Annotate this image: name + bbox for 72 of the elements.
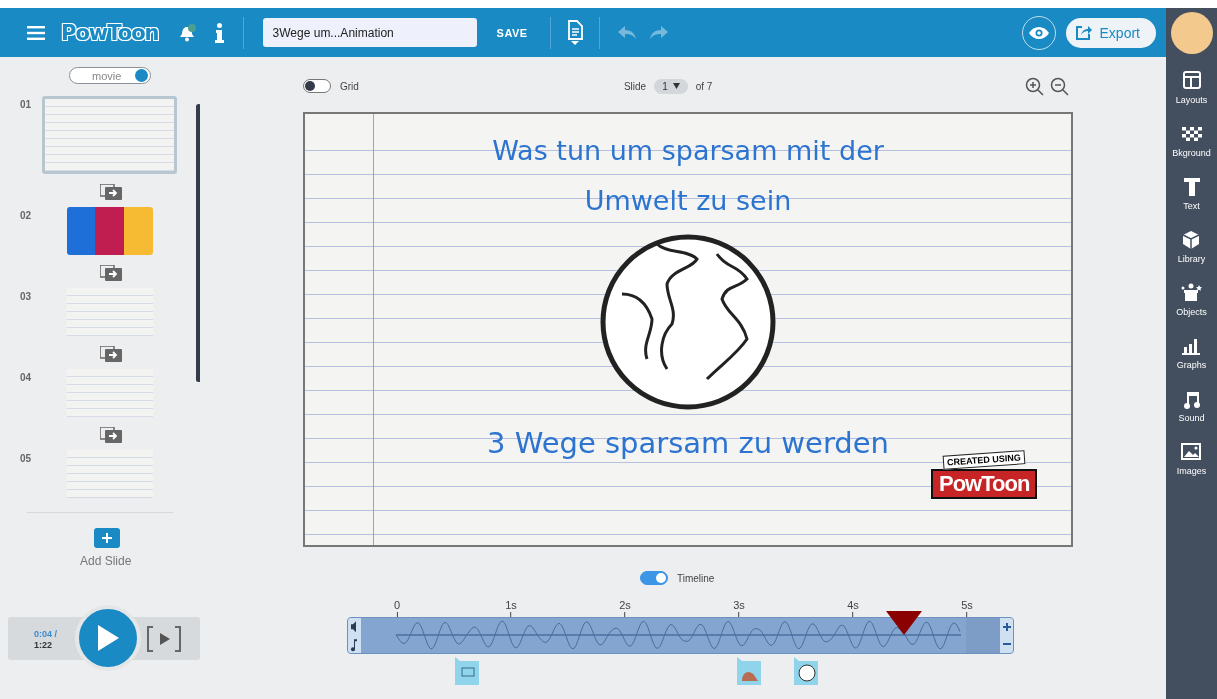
badge-caption: CREATED USING (942, 450, 1026, 470)
tool-button[interactable]: Bkground (1172, 123, 1211, 176)
tool-button[interactable]: Graphs (1176, 335, 1207, 388)
avatar-icon[interactable] (1170, 11, 1213, 54)
document-icon[interactable] (566, 19, 583, 46)
menu-icon[interactable] (27, 25, 45, 40)
slide-subtitle: 3 Wege sparsam zu werden (487, 425, 889, 462)
playhead-marker[interactable] (886, 611, 923, 635)
globe-clip-icon[interactable] (794, 657, 820, 685)
video-clip-icon[interactable] (455, 657, 481, 685)
tool-button[interactable]: Objects (1176, 282, 1207, 335)
gift-box-icon (1180, 282, 1203, 304)
scrollbar[interactable] (196, 104, 200, 382)
export-button[interactable]: Export (1065, 17, 1156, 48)
slide-title: Umwelt zu sein (584, 184, 792, 218)
transition-icon[interactable] (100, 184, 122, 200)
current-time: 0:04 / (34, 629, 57, 640)
slide-thumbnail[interactable] (67, 369, 153, 417)
tool-button[interactable]: Layouts (1175, 70, 1208, 123)
timeline-track[interactable] (347, 617, 1014, 654)
time-tick: 0 (393, 599, 401, 611)
slide-dropdown[interactable]: 1 (654, 78, 688, 94)
zoom-in-icon[interactable] (1025, 76, 1044, 96)
slide-thumbnail[interactable] (42, 96, 177, 174)
slide-thumbnail[interactable] (67, 450, 153, 498)
preview-frame-icon[interactable] (146, 626, 182, 652)
slide-number: 04 (20, 372, 33, 383)
slide-label: Slide (623, 80, 647, 92)
plus-icon (102, 533, 112, 543)
total-time: 1:22 (34, 640, 53, 651)
badge-logo: PowToon (931, 469, 1038, 499)
hand-clip-icon[interactable] (737, 657, 763, 685)
time-tick: 4s (847, 599, 859, 611)
bell-icon[interactable] (178, 23, 197, 42)
add-slide-label: Add Slide (80, 554, 132, 568)
save-button[interactable]: SAVE (494, 22, 530, 43)
play-icon (96, 624, 120, 652)
tool-button[interactable]: Sound (1178, 388, 1205, 441)
eye-icon (1027, 25, 1050, 40)
info-icon[interactable] (214, 22, 224, 43)
image-icon (1180, 441, 1203, 463)
add-slide-button[interactable] (94, 528, 120, 548)
time-tick: 3s (733, 599, 745, 611)
time-tick: 1s (505, 599, 517, 611)
movie-toggle[interactable]: movie (69, 67, 151, 84)
transition-icon[interactable] (100, 346, 122, 362)
timeline-label: Timeline (677, 572, 715, 584)
slide-count: of 7 (695, 80, 713, 92)
slide-number: 01 (20, 99, 33, 110)
caret-icon (672, 83, 680, 89)
slide-number: 02 (20, 210, 33, 221)
share-icon (1075, 25, 1092, 40)
slide-number: 05 (20, 453, 33, 464)
tool-button[interactable]: Text (1180, 176, 1203, 229)
tool-button[interactable]: Images (1176, 441, 1207, 494)
slide-thumbnail[interactable] (67, 288, 153, 336)
timeline-toggle[interactable] (640, 571, 668, 585)
layout-icon (1180, 70, 1203, 92)
transition-icon[interactable] (100, 265, 122, 281)
grid-toggle[interactable] (303, 79, 331, 93)
logo[interactable]: PowToon (61, 20, 159, 45)
title-field[interactable]: 3Wege um...Animation (262, 18, 477, 47)
slide-thumbnail[interactable] (67, 207, 153, 255)
zoom-out-icon[interactable] (1050, 76, 1069, 96)
time-tick: 2s (619, 599, 631, 611)
slide-title: Was tun um sparsam mit der (492, 134, 884, 168)
time-tick: 5s (961, 599, 973, 611)
tool-button[interactable]: Library (1177, 229, 1206, 282)
transition-icon[interactable] (100, 427, 122, 443)
grid-label: Grid (340, 80, 359, 92)
slide-number: 03 (20, 291, 33, 302)
slide-canvas[interactable]: Was tun um sparsam mit der Umwelt zu sein 3 Wege sparsam zu werden CREATED USING PowToon (303, 112, 1073, 547)
